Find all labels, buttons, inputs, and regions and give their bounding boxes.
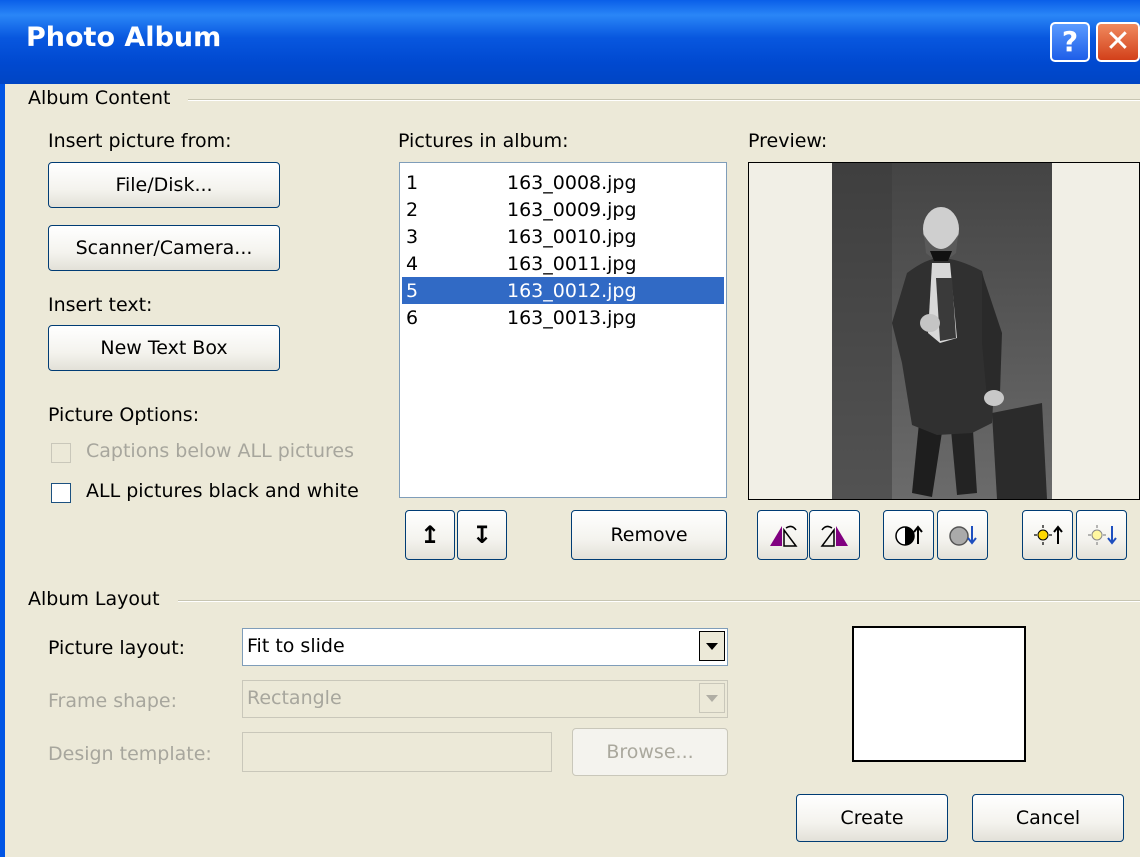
- chevron-down-icon: [706, 643, 718, 650]
- picture-options-label: Picture Options:: [48, 404, 200, 426]
- help-button[interactable]: ?: [1050, 22, 1090, 62]
- design-template-input: [242, 732, 552, 772]
- album-layout-group-label: Album Layout: [28, 588, 160, 610]
- list-item-filename: 163_0012.jpg: [507, 280, 637, 302]
- remove-button[interactable]: Remove: [571, 510, 727, 560]
- file-disk-button[interactable]: File/Disk...: [48, 162, 280, 208]
- frame-shape-select: Rectangle: [242, 680, 728, 718]
- list-item-number: 6: [406, 307, 419, 329]
- cancel-button[interactable]: Cancel: [972, 794, 1124, 842]
- album-content-group-label: Album Content: [28, 87, 171, 109]
- create-button[interactable]: Create: [796, 794, 948, 842]
- black-white-checkbox[interactable]: [51, 483, 71, 503]
- list-item-selected[interactable]: 5 163_0012.jpg: [402, 277, 724, 304]
- chevron-down-icon: [706, 695, 718, 702]
- list-item-filename: 163_0013.jpg: [507, 307, 637, 329]
- contrast-up-icon[interactable]: [883, 510, 934, 560]
- window-frame-left: [0, 84, 5, 857]
- captions-checkbox: [51, 443, 71, 463]
- picture-layout-select[interactable]: Fit to slide: [242, 628, 728, 666]
- preview-photo: [832, 163, 1052, 499]
- brightness-down-icon[interactable]: [1076, 510, 1127, 560]
- photo-album-dialog: Photo Album ? ✕ Album Content Insert pic…: [0, 0, 1140, 857]
- black-white-checkbox-label[interactable]: ALL pictures black and white: [86, 480, 359, 502]
- list-item-number: 5: [406, 280, 419, 302]
- list-item-number: 4: [406, 253, 419, 275]
- album-content-divider: [188, 99, 1140, 101]
- list-item-number: 2: [406, 199, 419, 221]
- frame-shape-dropdown: [699, 683, 725, 713]
- preview-pane: [748, 162, 1140, 500]
- picture-layout-label: Picture layout:: [48, 637, 186, 659]
- scanner-camera-button[interactable]: Scanner/Camera...: [48, 225, 280, 271]
- list-item-filename: 163_0010.jpg: [507, 226, 637, 248]
- rotate-right-icon[interactable]: [809, 510, 860, 560]
- captions-checkbox-label: Captions below ALL pictures: [86, 440, 355, 462]
- window-title: Photo Album: [26, 22, 222, 53]
- design-template-label: Design template:: [48, 743, 212, 765]
- preview-label: Preview:: [748, 130, 828, 152]
- layout-preview: [852, 626, 1026, 762]
- picture-layout-value: Fit to slide: [247, 635, 345, 657]
- new-text-box-button[interactable]: New Text Box: [48, 325, 280, 371]
- insert-picture-label: Insert picture from:: [48, 130, 232, 152]
- move-up-button[interactable]: ↥: [405, 510, 455, 560]
- list-item-filename: 163_0008.jpg: [507, 172, 637, 194]
- move-down-button[interactable]: ↧: [457, 510, 507, 560]
- list-item-number: 1: [406, 172, 419, 194]
- list-item-filename: 163_0011.jpg: [507, 253, 637, 275]
- contrast-down-icon[interactable]: [937, 510, 988, 560]
- list-item-number: 3: [406, 226, 419, 248]
- list-item-filename: 163_0009.jpg: [507, 199, 637, 221]
- title-bar[interactable]: Photo Album ? ✕: [0, 0, 1140, 84]
- pictures-listbox[interactable]: 1 163_0008.jpg 2 163_0009.jpg 3 163_0010…: [399, 162, 727, 498]
- rotate-left-icon[interactable]: [757, 510, 808, 560]
- picture-layout-dropdown[interactable]: [699, 631, 725, 661]
- pictures-in-album-label: Pictures in album:: [398, 130, 569, 152]
- brightness-up-icon[interactable]: [1022, 510, 1073, 560]
- list-item[interactable]: 1 163_0008.jpg: [402, 169, 724, 196]
- list-item[interactable]: 6 163_0013.jpg: [402, 304, 724, 331]
- list-item[interactable]: 2 163_0009.jpg: [402, 196, 724, 223]
- insert-text-label: Insert text:: [48, 294, 153, 316]
- list-item[interactable]: 3 163_0010.jpg: [402, 223, 724, 250]
- frame-shape-label: Frame shape:: [48, 690, 177, 712]
- album-layout-divider: [178, 600, 1140, 602]
- list-item[interactable]: 4 163_0011.jpg: [402, 250, 724, 277]
- frame-shape-value: Rectangle: [247, 687, 342, 709]
- close-button[interactable]: ✕: [1096, 22, 1140, 62]
- browse-button: Browse...: [572, 728, 728, 776]
